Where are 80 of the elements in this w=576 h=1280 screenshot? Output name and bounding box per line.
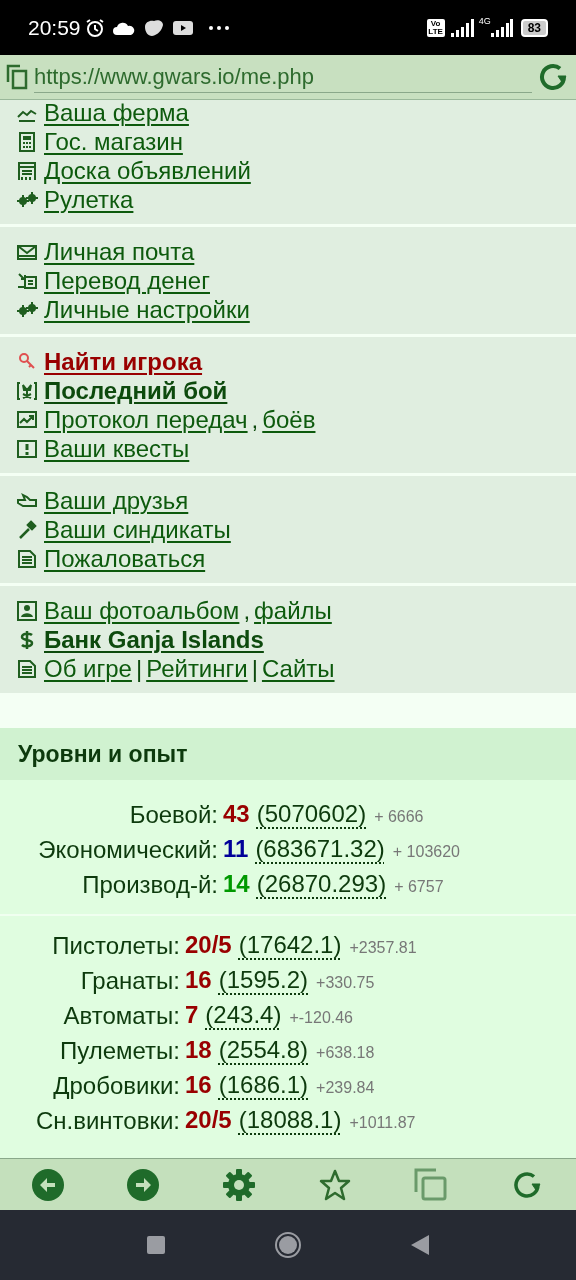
stat-label: Пистолеты: [52, 931, 180, 960]
cloud-icon [112, 20, 135, 35]
stat-label: Дробовики: [53, 1071, 180, 1100]
reload-icon[interactable] [538, 62, 570, 92]
stat-exp: (2554.8) [218, 1036, 309, 1064]
volte-badge: Vo LTE [426, 18, 445, 37]
settings-icon[interactable] [223, 1168, 256, 1201]
menu-link[interactable]: Ваш фотоальбом [44, 595, 240, 626]
stat-exp: (1595.2) [218, 966, 309, 994]
battery-indicator: 83 [520, 18, 548, 37]
stat-value: 43 [223, 800, 250, 828]
menu-link[interactable]: Гос. магазин [44, 126, 183, 157]
menu-link[interactable]: Личная почта [44, 236, 195, 267]
forward-icon[interactable] [127, 1168, 160, 1201]
stat-value: 11 [223, 835, 249, 863]
stat-gain: +1011.87 [349, 1113, 416, 1133]
home-button[interactable] [275, 1232, 301, 1258]
more-icon [208, 25, 229, 30]
panel-header: Уровни и опыт [0, 728, 576, 780]
menu-link[interactable]: Ваша ферма [44, 100, 189, 128]
stat-exp: (17642.1) [238, 931, 342, 959]
back-icon[interactable] [31, 1168, 64, 1201]
signal-icon [450, 18, 475, 37]
menu-link[interactable]: Об игре [44, 653, 132, 684]
menu-link[interactable]: Последний бой [44, 375, 228, 406]
stat-value: 16 [185, 1071, 212, 1099]
menu-link[interactable]: Пожаловаться [44, 543, 206, 574]
menu-link[interactable]: Доска объявлений [44, 155, 251, 186]
stat-value: 20/5 [185, 1106, 232, 1134]
menu-link[interactable]: Протокол передач [44, 404, 248, 435]
stat-gain: + 6666 [374, 807, 424, 827]
stat-label: Сн.винтовки: [35, 1106, 180, 1135]
stat-gain: +330.75 [316, 973, 375, 993]
stat-label: Гранаты: [80, 966, 180, 995]
stat-exp: (26870.293) [256, 870, 387, 898]
stat-exp: (683671.32) [255, 835, 385, 863]
menu-link[interactable]: Сайты [261, 653, 335, 684]
stat-value: 7 [185, 1001, 199, 1029]
stat-exp: (18088.1) [238, 1106, 342, 1134]
alarm-icon [84, 17, 105, 38]
stat-gain: +-120.46 [289, 1008, 353, 1028]
separator: , [251, 404, 259, 435]
tabs-icon[interactable] [6, 64, 28, 90]
stat-exp: (243.4) [205, 1001, 282, 1029]
menu-link[interactable]: Ваши синдикаты [44, 514, 231, 545]
menu-link[interactable]: Найти игрока [44, 346, 203, 377]
stat-exp: (5070602) [256, 800, 367, 828]
stat-label: Производ-й: [82, 870, 218, 899]
stat-gain: + 103620 [392, 842, 460, 862]
network-type: 4G [478, 15, 491, 28]
stat-value: 14 [223, 870, 250, 898]
menu-link[interactable]: Ваши квесты [44, 433, 190, 464]
stat-value: 18 [185, 1036, 212, 1064]
menu-link[interactable]: Личные настройки [44, 294, 250, 325]
signal-icon [490, 18, 513, 37]
separator: | [251, 653, 258, 684]
menu-link[interactable]: боёв [262, 404, 316, 435]
menu-link[interactable]: Рейтинги [146, 653, 248, 684]
stat-gain: +239.84 [316, 1078, 375, 1098]
separator: | [135, 653, 143, 684]
stat-value: 20/5 [185, 931, 232, 959]
stat-value: 16 [185, 966, 212, 994]
menu-link[interactable]: Перевод денег [44, 265, 210, 296]
back-button[interactable] [411, 1235, 429, 1255]
separator: , [243, 595, 251, 626]
stat-gain: +638.18 [316, 1043, 375, 1063]
stat-label: Автоматы: [63, 1001, 180, 1030]
stat-gain: +2357.81 [349, 938, 417, 958]
menu-link[interactable]: Рулетка [44, 184, 134, 215]
clock: 20:59 [28, 14, 81, 41]
menu-link[interactable]: Ваши друзья [44, 485, 189, 516]
stat-exp: (1686.1) [218, 1071, 309, 1099]
menu-link[interactable]: файлы [254, 595, 332, 626]
stat-gain: + 6757 [394, 877, 444, 897]
stat-label: Боевой: [129, 800, 218, 829]
star-icon[interactable] [318, 1168, 351, 1201]
stat-label: Пулеметы: [59, 1036, 180, 1065]
menu-link[interactable]: Банк Ganja Islands [44, 624, 264, 655]
stat-label: Экономический: [38, 835, 218, 864]
video-icon [172, 20, 193, 35]
